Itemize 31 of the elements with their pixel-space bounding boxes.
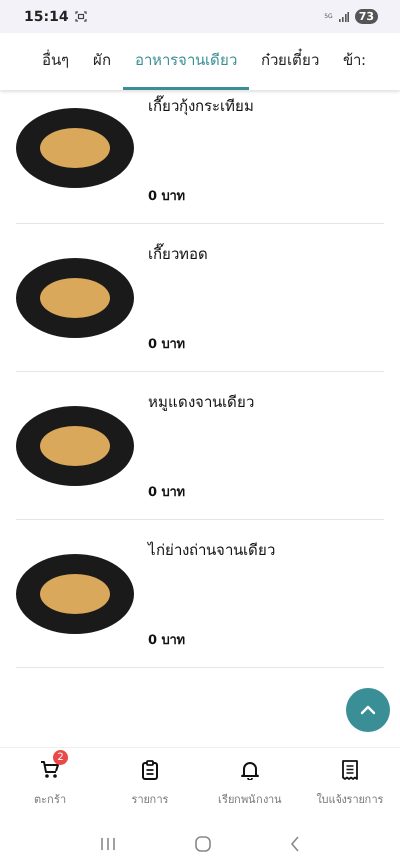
bottom-nav-item[interactable]: เรียกพนักงาน <box>200 748 300 820</box>
item-name[interactable]: ไก่ย่างถ่านจานเดียว <box>148 538 275 562</box>
clipboard-icon <box>142 760 158 780</box>
item-price: 0 บาท <box>148 336 187 354</box>
category-tab[interactable]: ข้า: <box>331 33 378 90</box>
item-name[interactable]: หมูแดงจานเดียว <box>148 390 254 414</box>
recent-apps-icon[interactable] <box>100 836 116 850</box>
receipt-icon <box>342 760 358 780</box>
item-price: 0 บาท <box>148 632 187 650</box>
status-time: 15:14 <box>24 8 69 24</box>
bottom-nav-item[interactable]: 2 ตะกร้า <box>0 748 100 820</box>
back-icon[interactable] <box>290 836 300 852</box>
cart-count-badge: 2 <box>53 750 68 765</box>
category-tab[interactable]: ผัก <box>81 33 123 90</box>
bell-icon <box>241 760 259 780</box>
screenshot-icon <box>74 11 87 22</box>
item-name[interactable]: เกี๊ยวทอด <box>148 242 208 266</box>
scroll-to-top-button[interactable] <box>346 688 390 732</box>
battery-level: 73 <box>354 9 378 24</box>
category-tab[interactable]: อื่นๆ <box>30 33 81 90</box>
item-name[interactable]: เกี๊ยวกุ้งกระเทียม <box>148 94 254 118</box>
bottom-nav-item[interactable]: รายการ <box>100 748 200 820</box>
bottom-nav-item[interactable]: ใบแจ้งรายการ <box>300 748 400 820</box>
signal-icon <box>338 12 349 22</box>
item-price: 0 บาท <box>148 188 187 206</box>
chevron-up-icon <box>360 705 376 715</box>
item-price: 0 บาท <box>148 484 187 502</box>
cart-icon <box>40 760 60 780</box>
category-tab[interactable]: ก๋วยเตี๋ยว <box>249 33 331 90</box>
home-icon[interactable] <box>194 836 211 852</box>
category-tab[interactable]: อาหารจานเดียว <box>123 33 249 90</box>
